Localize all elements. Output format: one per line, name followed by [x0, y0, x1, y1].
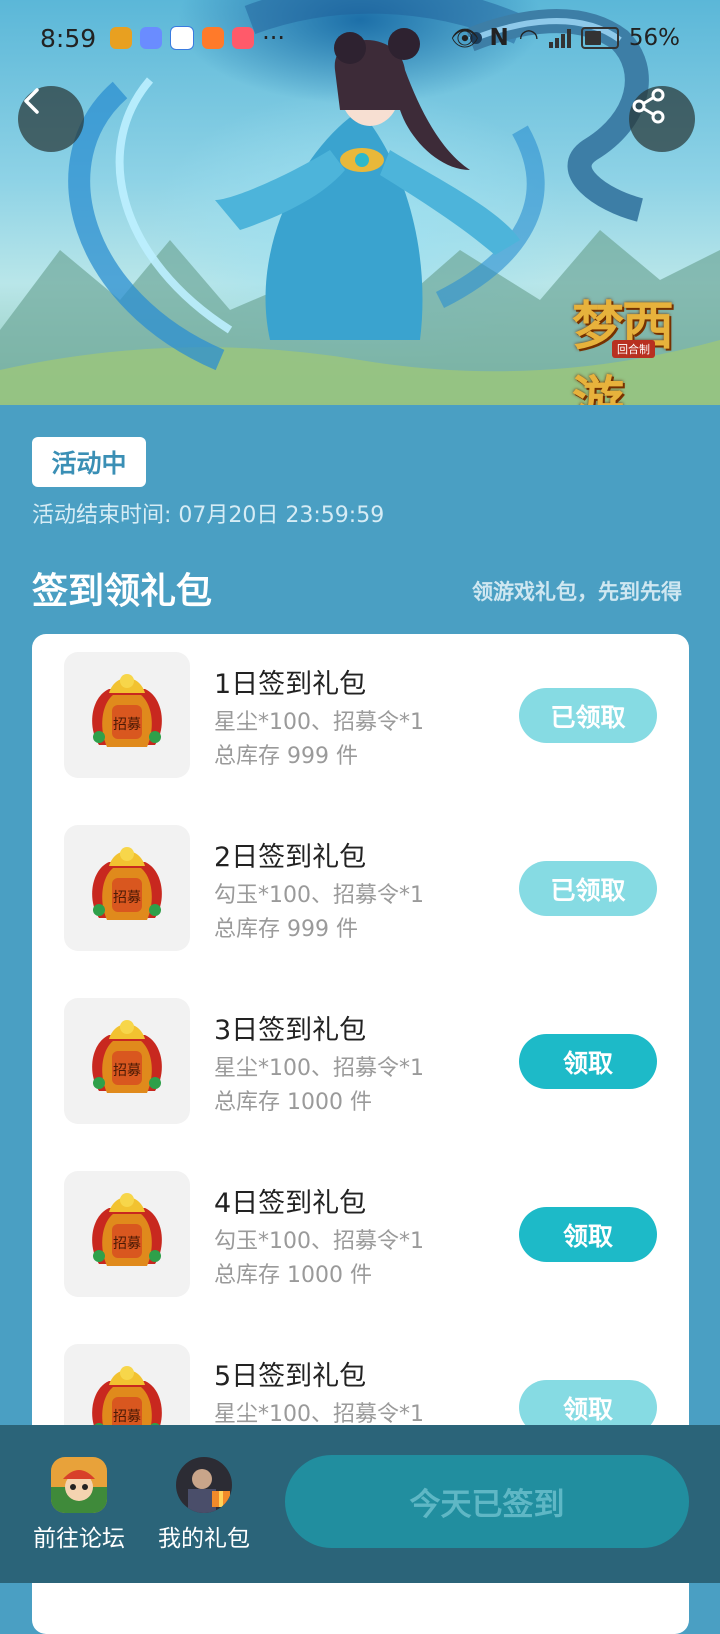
hero-banner: 8:59 ··· 👁 N ◠ 56% 梦西游 回合制	[0, 0, 720, 405]
status-bar: 8:59 ··· 👁 N ◠ 56%	[0, 0, 720, 76]
chevron-left-icon	[24, 88, 39, 114]
svg-text:招募: 招募	[113, 1409, 141, 1425]
gift-image: 招募	[64, 652, 190, 778]
wifi-icon: ◠	[518, 25, 539, 51]
battery-icon	[580, 27, 619, 49]
gift-stock: 总库存 999 件	[214, 744, 358, 769]
nfc-icon: N	[489, 25, 509, 51]
my-gifts-link[interactable]: 我的礼包	[149, 1457, 259, 1553]
svg-text:招募: 招募	[113, 717, 141, 733]
gift-row: 招募 3日签到礼包 星尘*100、招募令*1 总库存 1000 件 领取	[32, 998, 689, 1126]
signal-icon	[548, 28, 571, 48]
gift-contents: 星尘*100、招募令*1	[214, 710, 424, 735]
gift-title: 3日签到礼包	[214, 1015, 367, 1046]
music-icon	[140, 27, 163, 49]
gift-row: 招募 2日签到礼包 勾玉*100、招募令*1 总库存 999 件 已领取	[32, 825, 689, 953]
my-gifts-avatar	[176, 1457, 232, 1513]
claim-button-day1[interactable]: 已领取	[519, 688, 657, 743]
bottom-action-bar: 前往论坛 我的礼包 今天已签到	[0, 1425, 720, 1583]
gift-title: 2日签到礼包	[214, 842, 367, 873]
browser-icon	[170, 26, 195, 50]
share-button[interactable]	[629, 86, 695, 152]
gift-image: 招募	[64, 1171, 190, 1297]
reader-icon	[232, 27, 255, 49]
gift-contents: 勾玉*100、招募令*1	[214, 1229, 424, 1254]
signed-in-today-button[interactable]: 今天已签到	[285, 1455, 689, 1548]
event-status-badge: 活动中	[32, 437, 146, 487]
back-button[interactable]	[18, 86, 84, 152]
battery-level: 56%	[628, 25, 680, 51]
gift-image: 招募	[64, 998, 190, 1124]
section-title: 签到领礼包	[32, 571, 213, 612]
game-center-icon	[202, 27, 225, 49]
gift-title: 5日签到礼包	[214, 1361, 367, 1392]
gift-row: 招募 4日签到礼包 勾玉*100、招募令*1 总库存 1000 件 领取	[32, 1171, 689, 1299]
recruit-token-icon: 招募	[92, 1020, 162, 1093]
gift-title: 1日签到礼包	[214, 669, 367, 700]
claim-button-day3[interactable]: 领取	[519, 1034, 657, 1089]
svg-text:招募: 招募	[113, 1063, 141, 1079]
svg-text:招募: 招募	[113, 890, 141, 906]
forum-game-icon	[51, 1457, 107, 1513]
game-logo-sub: 回合制	[612, 340, 655, 358]
section-subtitle: 领游戏礼包，先到先得	[472, 580, 682, 604]
gift-contents: 星尘*100、招募令*1	[214, 1402, 424, 1427]
weibo-icon	[110, 27, 133, 49]
claim-button-day2[interactable]: 已领取	[519, 861, 657, 916]
svg-text:招募: 招募	[113, 1236, 141, 1252]
gift-contents: 勾玉*100、招募令*1	[214, 883, 424, 908]
event-end-time: 活动结束时间: 07月20日 23:59:59	[32, 503, 385, 528]
gift-contents: 星尘*100、招募令*1	[214, 1056, 424, 1081]
gift-row: 招募 1日签到礼包 星尘*100、招募令*1 总库存 999 件 已领取	[32, 652, 689, 780]
gift-stock: 总库存 999 件	[214, 917, 358, 942]
status-time: 8:59	[40, 23, 97, 53]
gift-stock: 总库存 1000 件	[214, 1090, 372, 1115]
recruit-token-icon: 招募	[92, 674, 162, 747]
eye-icon: 👁	[450, 25, 480, 52]
gift-image: 招募	[64, 825, 190, 951]
forum-link[interactable]: 前往论坛	[24, 1457, 134, 1553]
forum-label: 前往论坛	[33, 1526, 125, 1552]
gift-title: 4日签到礼包	[214, 1188, 367, 1219]
gift-stock: 总库存 1000 件	[214, 1263, 372, 1288]
recruit-token-icon: 招募	[92, 847, 162, 920]
share-icon	[632, 88, 665, 124]
recruit-token-icon: 招募	[92, 1193, 162, 1266]
status-more: ···	[262, 24, 286, 52]
claim-button-day4[interactable]: 领取	[519, 1207, 657, 1262]
my-gifts-label: 我的礼包	[158, 1526, 250, 1552]
